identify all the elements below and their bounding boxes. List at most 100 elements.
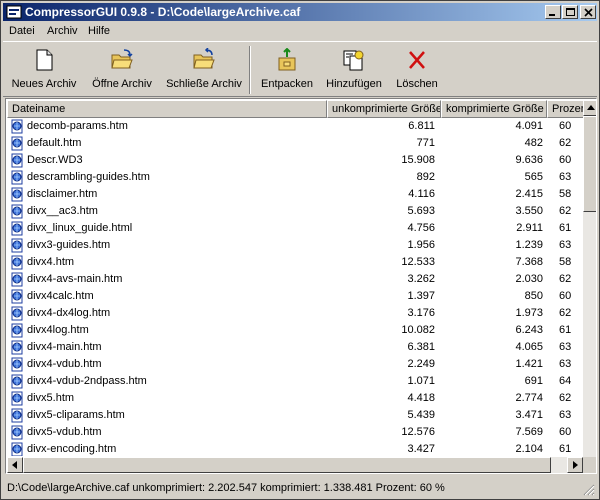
file-row[interactable]: Descr.WD3 15.908 9.636 60 [7,152,581,169]
vertical-scroll-thumb[interactable] [583,116,596,212]
arrow-up-icon [587,105,595,110]
file-row[interactable]: divx__ac3.htm 5.693 3.550 62 [7,203,581,220]
menu-archiv[interactable]: Archiv [47,25,78,37]
file-row[interactable]: divx5-cliparams.htm 5.439 3.471 63 [7,407,581,424]
file-row[interactable]: divx-encoding.htm 3.427 2.104 61 [7,441,581,456]
horizontal-scrollbar[interactable] [7,457,583,473]
minimize-button[interactable] [545,5,561,19]
add-label: Hinzufügen [326,78,382,90]
file-row[interactable]: divx4calc.htm 1.397 850 60 [7,288,581,305]
arrow-right-icon [573,461,578,469]
html-file-icon [11,374,23,389]
file-row[interactable]: divx_linux_guide.html 4.756 2.911 61 [7,220,581,237]
column-header-uncompressed[interactable]: unkomprimierte Größe [327,100,441,118]
column-header-compressed[interactable]: komprimierte Größe [441,100,547,118]
html-file-icon [11,340,23,355]
list-header: Dateiname unkomprimierte Größe komprimie… [7,100,587,118]
html-file-icon [11,442,23,456]
close-icon [584,8,593,17]
file-compressed-size: 3.471 [515,409,543,421]
file-row[interactable]: default.htm 771 482 62 [7,135,581,152]
file-compressed-size: 2.104 [515,443,543,455]
file-percent: 62 [559,392,572,404]
file-name: default.htm [27,137,82,149]
file-name: divx5-cliparams.htm [27,409,125,421]
file-percent: 61 [559,324,572,336]
file-name: divx4.htm [27,256,75,268]
menu-datei[interactable]: Datei [9,25,35,37]
file-row[interactable]: divx4-avs-main.htm 3.262 2.030 62 [7,271,581,288]
close-folder-icon [193,48,215,69]
html-file-icon [11,391,23,406]
file-name: divx4-vdub-2ndpass.htm [27,375,147,387]
file-compressed-size: 1.239 [515,239,543,251]
html-file-icon [11,238,23,253]
file-row[interactable]: divx4-vdub.htm 2.249 1.421 63 [7,356,581,373]
close-button[interactable] [580,5,596,19]
file-compressed-size: 1.421 [515,358,543,370]
file-uncompressed-size: 1.071 [407,375,435,387]
resize-grip-icon[interactable] [583,484,595,496]
open-archive-button[interactable]: Öffne Archiv [87,48,157,96]
menu-hilfe[interactable]: Hilfe [88,25,110,37]
file-name: descrambling-guides.htm [27,171,150,183]
file-compressed-size: 6.243 [515,324,543,336]
file-row[interactable]: divx4-dx4log.htm 3.176 1.973 62 [7,305,581,322]
column-compressed-label: komprimierte Größe [446,103,544,115]
horizontal-scroll-thumb[interactable] [23,457,551,473]
menu-datei-label: Datei [9,25,35,37]
file-uncompressed-size: 12.533 [401,256,435,268]
file-percent: 62 [559,307,572,319]
file-name: divx3-guides.htm [27,239,111,251]
add-button[interactable]: Hinzufügen [323,48,385,96]
file-list[interactable]: Dateiname unkomprimierte Größe komprimie… [5,98,597,474]
file-uncompressed-size: 771 [416,137,435,149]
file-row[interactable]: descrambling-guides.htm 892 565 63 [7,169,581,186]
scroll-up-button[interactable] [583,100,596,116]
file-row[interactable]: divx5.htm 4.418 2.774 62 [7,390,581,407]
menu-archiv-label: Archiv [47,25,78,37]
html-file-icon [11,136,23,151]
delete-label: Löschen [396,78,438,90]
file-compressed-size: 2.415 [515,188,543,200]
file-compressed-size: 2.911 [516,222,543,234]
html-file-icon [11,323,23,338]
file-uncompressed-size: 3.176 [407,307,435,319]
file-row[interactable]: decomb-params.htm 6.811 4.091 60 [7,118,581,135]
file-uncompressed-size: 1.956 [407,239,435,251]
column-uncompressed-label: unkomprimierte Größe [332,103,441,115]
scroll-left-button[interactable] [7,457,23,473]
delete-button[interactable]: Löschen [389,48,445,96]
file-row[interactable]: disclaimer.htm 4.116 2.415 58 [7,186,581,203]
new-archive-button[interactable]: Neues Archiv [9,48,79,96]
file-compressed-size: 7.569 [515,426,543,438]
vertical-scrollbar[interactable] [583,100,596,457]
file-name: divx4-vdub.htm [27,358,102,370]
new-archive-label: Neues Archiv [11,78,77,90]
maximize-button[interactable] [562,5,578,19]
toolbar: Neues Archiv Öffne Archiv Schließe Archi… [3,41,597,97]
file-row[interactable]: divx4-main.htm 6.381 4.065 63 [7,339,581,356]
file-name: decomb-params.htm [27,120,128,132]
file-row[interactable]: divx5-vdub.htm 12.576 7.569 60 [7,424,581,441]
column-header-name[interactable]: Dateiname [7,100,327,118]
file-uncompressed-size: 5.439 [407,409,435,421]
extract-button[interactable]: Entpacken [255,48,319,96]
scroll-right-button[interactable] [567,457,583,473]
close-archive-button[interactable]: Schließe Archiv [163,48,245,96]
file-row[interactable]: divx4-vdub-2ndpass.htm 1.071 691 64 [7,373,581,390]
column-header-percent[interactable]: Prozent [547,100,587,118]
file-row[interactable]: divx4log.htm 10.082 6.243 61 [7,322,581,339]
file-row[interactable]: divx3-guides.htm 1.956 1.239 63 [7,237,581,254]
html-file-icon [11,187,23,202]
file-percent: 60 [559,154,572,166]
add-files-icon [343,50,364,71]
file-compressed-size: 7.368 [515,256,543,268]
toolbar-separator [249,46,251,94]
open-archive-label: Öffne Archiv [92,78,152,90]
status-text: D:\Code\largeArchive.caf unkomprimiert: … [7,482,445,494]
file-percent: 62 [559,273,572,285]
file-row[interactable]: divx4.htm 12.533 7.368 58 [7,254,581,271]
title-bar[interactable]: CompressorGUI 0.9.8 - D:\Code\largeArchi… [3,3,597,21]
file-uncompressed-size: 4.116 [408,188,435,200]
